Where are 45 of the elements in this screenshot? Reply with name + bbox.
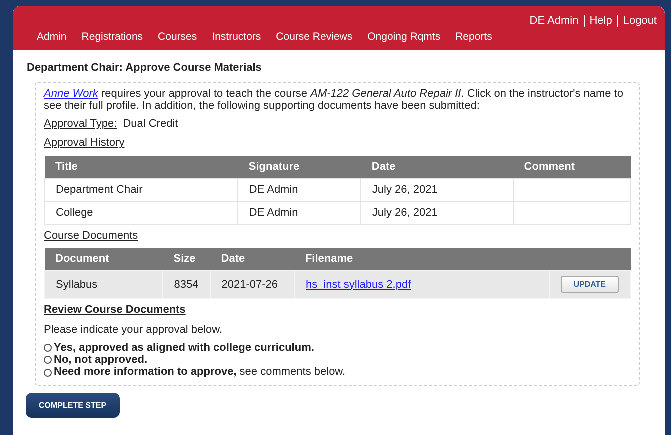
user-link[interactable]: Logout: [623, 15, 657, 27]
column-header: Signature: [238, 156, 361, 178]
page-title: Department Chair: Approve Course Materials: [27, 62, 263, 74]
nav-link[interactable]: Reports: [456, 31, 492, 43]
user-link[interactable]: DE Admin: [530, 15, 579, 27]
update-button[interactable]: UPDATE: [560, 276, 619, 294]
nav-link[interactable]: Course Reviews: [276, 31, 353, 43]
table-cell: DE Admin: [249, 184, 298, 196]
section-heading: Course Documents: [44, 230, 140, 242]
column-header: Title: [44, 156, 238, 178]
radio-button[interactable]: [44, 356, 52, 364]
nav-link[interactable]: Courses: [158, 31, 198, 43]
section-heading: Review Course Documents: [44, 305, 187, 317]
section-heading: Approval History: [44, 138, 126, 150]
approval-type-label: Approval Type:: [44, 118, 118, 130]
column-header: Date: [360, 156, 514, 178]
column-header: Date: [210, 248, 294, 271]
column-header: Filename: [294, 248, 550, 271]
column-header: Document: [44, 248, 163, 271]
option-label: Need more information to approve, see comments below.: [54, 366, 346, 379]
nav-link[interactable]: Instructors: [212, 31, 262, 43]
table-cell: 8354: [174, 278, 199, 291]
table-cell: Syllabus: [56, 278, 98, 291]
radio-button[interactable]: [44, 368, 52, 377]
option-label: Yes, approved as aligned with college curriculum.: [54, 342, 314, 354]
file-link[interactable]: hs_inst syllabus 2.pdf: [306, 278, 412, 291]
nav-link[interactable]: Ongoing Rqmts: [368, 31, 441, 43]
column-header: Comment: [513, 156, 630, 178]
option-label: No, not approved.: [54, 354, 148, 366]
instructor-link[interactable]: Anne Work: [44, 88, 98, 100]
table-cell: College: [56, 206, 94, 219]
intro-paragraph: Anne Work requires your approval to teach the course AM-122 General Auto Repair II. Click on the instructor's name to see their full profile. In addition, the following supporting documents have been submitted:: [44, 89, 625, 112]
table-cell: July 26, 2021: [372, 206, 438, 219]
table-cell: July 26, 2021: [372, 184, 438, 196]
column-header: Size: [162, 248, 210, 271]
radio-button[interactable]: [44, 344, 52, 352]
table-cell: Department Chair: [56, 184, 143, 196]
table-cell: DE Admin: [249, 206, 298, 219]
nav-link[interactable]: Admin: [37, 31, 67, 43]
prompt-text: Please indicate your approval below.: [44, 324, 224, 336]
nav-link[interactable]: Registrations: [82, 31, 144, 43]
user-link[interactable]: Help: [590, 15, 612, 27]
table-cell: 2021-07-26: [222, 278, 278, 291]
approval-type-value: Dual Credit: [123, 118, 178, 130]
complete-step-button[interactable]: COMPLETE STEP: [26, 392, 120, 418]
